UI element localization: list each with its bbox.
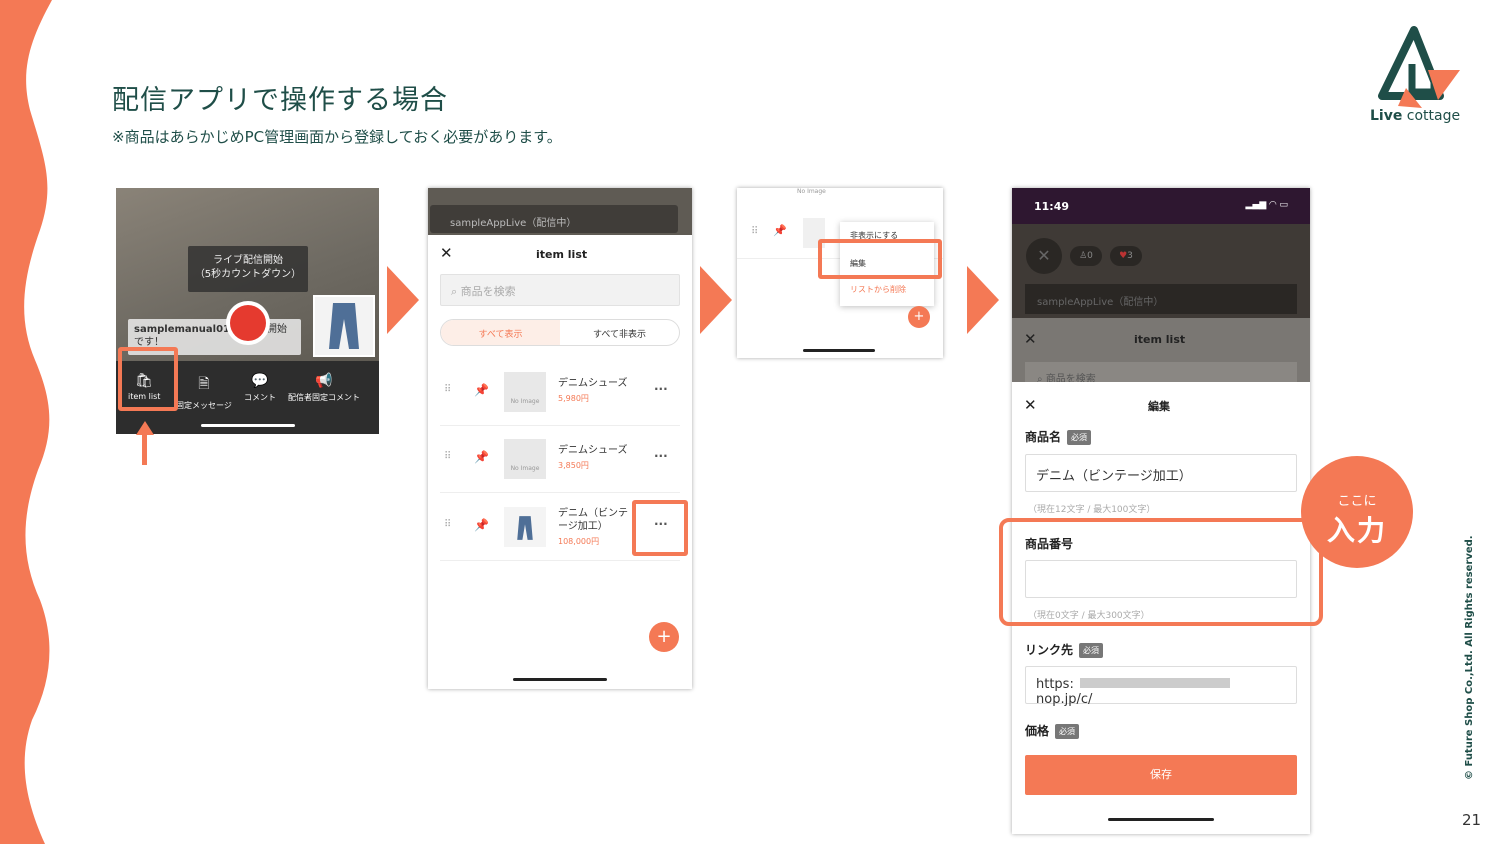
pin-icon[interactable]: 📌 [474, 450, 489, 464]
link-field[interactable]: https:nop.jp/c/ [1025, 666, 1297, 707]
toolbar-pinned-comment[interactable]: 📢 配信者固定コメント [288, 373, 360, 403]
more-options-button[interactable]: ··· [654, 449, 668, 463]
jeans-image-icon [504, 507, 546, 547]
product-name-hint: （現在12文字 / 最大100文字） [1028, 505, 1156, 515]
toolbar-fixed-message[interactable]: 🗎 固定メッセージ [176, 373, 232, 411]
blurred-url [1079, 678, 1230, 688]
document-icon: 🗎 [198, 376, 210, 392]
required-badge: 必須 [1079, 643, 1104, 658]
pin-icon[interactable]: 📌 [474, 383, 489, 397]
status-bar: 11:49 ▂▄▆ ◠ ▭ [1012, 188, 1310, 224]
signal-wifi-battery-icon: ▂▄▆ ◠ ▭ [1245, 200, 1288, 210]
screen-edit-item: 11:49 ▂▄▆ ◠ ▭ ✕ ♙0 ♥3 sampleAppLive（配信中） … [1012, 188, 1310, 834]
hide-all-button[interactable]: すべて非表示 [560, 320, 679, 345]
drag-handle-icon[interactable]: ⠿ [444, 451, 451, 462]
highlight-more-button [632, 500, 688, 556]
highlight-edit-menu [818, 239, 942, 279]
close-icon[interactable]: ✕ [1026, 238, 1062, 274]
step-arrow-icon [387, 266, 419, 334]
app-title-bar: sampleAppLive（配信中） [1025, 284, 1297, 314]
record-button[interactable] [226, 301, 270, 345]
show-all-button[interactable]: すべて表示 [441, 320, 560, 345]
price-label: 価格 必須 [1025, 722, 1080, 739]
countdown-tooltip: ライブ配信開始 （5秒カウントダウン） [188, 246, 308, 292]
drag-handle-icon[interactable]: ⠿ [444, 519, 451, 530]
home-indicator [1108, 818, 1214, 821]
list-item[interactable]: ⠿ 📌 No Image デニムシューズ 3,850円 ··· [440, 425, 680, 493]
up-arrow-icon [136, 421, 154, 465]
search-icon: ⌕ [451, 285, 461, 298]
viewer-count: ♙0 [1070, 246, 1102, 266]
item-list-header: item list [536, 248, 588, 261]
edit-header: 編集 [1148, 400, 1170, 413]
pin-icon[interactable]: 📌 [474, 518, 489, 532]
highlight-product-code [999, 518, 1323, 626]
jeans-image-icon [329, 303, 359, 349]
required-badge: 必須 [1055, 724, 1080, 739]
product-thumbnail[interactable] [313, 295, 375, 357]
drag-handle-icon[interactable]: ⠿ [444, 384, 451, 395]
product-name-label: 商品名 必須 [1025, 428, 1092, 445]
menu-item-delete[interactable]: リストから削除 [850, 284, 906, 295]
no-image-placeholder: No Image [504, 439, 546, 479]
logo-wordmark: Live cottage [1370, 108, 1461, 124]
item-list-header: item list [1134, 333, 1186, 346]
page-title: 配信アプリで操作する場合 [112, 85, 448, 116]
home-indicator [201, 424, 295, 427]
link-label: リンク先 必須 [1025, 641, 1104, 658]
app-title-bar: sampleAppLive（配信中） [430, 205, 678, 233]
pin-icon[interactable]: 📌 [773, 224, 787, 237]
add-item-button[interactable]: + [649, 622, 679, 652]
list-item[interactable]: ⠿ 📌 No Image デニムシューズ 5,980円 ··· [440, 358, 680, 426]
comment-icon: 💬 [251, 373, 269, 389]
step-arrow-icon [967, 266, 999, 334]
drag-handle-icon[interactable]: ⠿ [751, 226, 758, 237]
home-indicator [513, 678, 607, 681]
more-options-button[interactable]: ··· [654, 382, 668, 396]
save-button[interactable]: 保存 [1025, 755, 1297, 795]
megaphone-icon: 📢 [315, 373, 333, 389]
highlight-item-list [118, 347, 178, 411]
screen-item-list: sampleAppLive（配信中） ✕ item list ⌕ 商品を検索 す… [428, 188, 692, 689]
visibility-toggle: すべて表示 すべて非表示 [440, 319, 680, 346]
decorative-wave [0, 0, 52, 844]
home-indicator [803, 349, 875, 352]
search-input[interactable]: ⌕ 商品を検索 [1025, 362, 1297, 385]
close-icon[interactable]: ✕ [1024, 396, 1037, 414]
step-arrow-icon [700, 266, 732, 334]
heart-icon: ♥ [1119, 251, 1128, 261]
required-badge: 必須 [1067, 430, 1092, 445]
page-number: 21 [1462, 811, 1482, 829]
no-image-placeholder: No Image [504, 372, 546, 412]
toolbar-comment[interactable]: 💬 コメント [244, 373, 276, 403]
add-item-button[interactable]: + [908, 306, 930, 328]
viewer-icon: ♙ [1079, 251, 1088, 261]
callout-bubble: ここに 入力 [1301, 456, 1413, 568]
copyright: © Future Shop Co.,Ltd. All Rights reserv… [1464, 535, 1475, 780]
close-icon[interactable]: ✕ [1024, 330, 1037, 348]
like-count: ♥3 [1110, 246, 1142, 266]
page-subtitle: ※商品はあらかじめPC管理画面から登録しておく必要があります。 [112, 128, 562, 146]
close-icon[interactable]: ✕ [440, 244, 453, 262]
search-input[interactable]: ⌕ 商品を検索 [440, 274, 680, 306]
product-name-field[interactable]: デニム（ビンテージ加工） [1025, 454, 1297, 492]
